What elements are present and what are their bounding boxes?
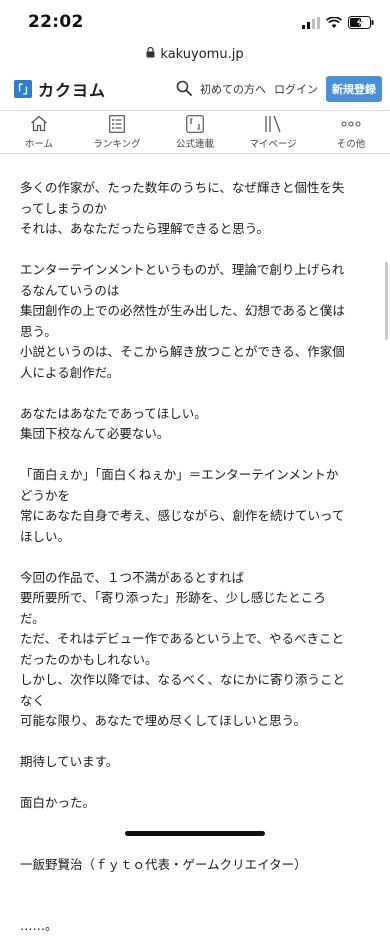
article-line: ほしい。 bbox=[20, 528, 71, 544]
nav-item-label: マイページ bbox=[249, 138, 297, 150]
article-line: 集団下校なんて必要ない。 bbox=[20, 426, 170, 441]
article-line: どうかを bbox=[20, 487, 71, 503]
article-line: だったのかもしれない。 bbox=[20, 651, 158, 667]
address-bar[interactable]: kakuyomu.jp bbox=[0, 44, 390, 64]
nav-item-label: ランキング bbox=[93, 138, 141, 150]
home-icon bbox=[30, 115, 48, 133]
battery-charging-icon bbox=[348, 14, 374, 33]
article-line: 多くの作家が、たった数年のうちに、なぜ輝きと個性を失 bbox=[20, 180, 345, 195]
nav-item-label: ホーム bbox=[24, 138, 54, 150]
register-button[interactable]: 新規登録 bbox=[326, 76, 382, 102]
ranking-icon bbox=[109, 114, 125, 133]
article-line: 今回の作品で、１つ不満があるとすれば bbox=[20, 569, 245, 585]
article-line: 一飯野賢治（ｆｙｔｏ代表・ゲームクリエイター） bbox=[20, 856, 307, 872]
article-line: 人による創作だ。 bbox=[20, 364, 120, 380]
article-line: しかし、次作以降では、なるべく、なにかに寄り添うこと bbox=[20, 672, 346, 687]
article-line: 要所要所で、「寄り添った」形跡を、少し感じたところ bbox=[20, 590, 326, 605]
article-line: 期待しています。 bbox=[20, 754, 119, 769]
status-icons bbox=[302, 14, 374, 33]
beginner-guide-link[interactable]: 初めての方へ bbox=[200, 81, 266, 97]
more-icon bbox=[341, 115, 361, 133]
kakuyomu-logo[interactable]: 「」 カクヨム bbox=[12, 77, 107, 101]
wifi-icon bbox=[325, 14, 343, 33]
nav-item-ranking[interactable]: ランキング bbox=[78, 111, 156, 153]
article-line: 集団創作の上での必然性が生み出した、幻想であると僕は bbox=[20, 303, 345, 318]
logo-text: カクヨム bbox=[38, 81, 107, 100]
header-actions: 初めての方へ ログイン 新規登録 bbox=[176, 76, 382, 102]
scrollbar[interactable] bbox=[385, 262, 388, 340]
nav-item-label: その他 bbox=[336, 138, 366, 150]
site-header: 「」 カクヨム 初めての方へ ログイン 新規登録 bbox=[0, 70, 390, 108]
article-line: なく bbox=[20, 692, 46, 708]
article-line: ただ、それはデビュー作であるという上で、やるべきこと bbox=[20, 631, 345, 646]
article-line: 小説というのは、そこから解き放つことができる、作家個 bbox=[20, 344, 345, 359]
status-time: 22:02 bbox=[28, 12, 84, 32]
lock-icon bbox=[146, 46, 155, 62]
article-line: だ。 bbox=[20, 610, 45, 626]
cellular-signal-icon bbox=[302, 14, 320, 33]
article-line: 思う。 bbox=[20, 323, 57, 339]
article-line: 可能な限り、あなたで埋め尽くしてほしいと思う。 bbox=[20, 713, 306, 728]
article-line: エンターテインメントというものが、理論で創り上げられ bbox=[20, 262, 345, 277]
article-line: あなたはあなたであってほしい。 bbox=[20, 405, 207, 421]
nav-item-more[interactable]: その他 bbox=[312, 111, 390, 153]
status-bar: 22:02 bbox=[0, 0, 390, 44]
article-line: 常にあなた自身で考え、感じながら、創作を続けていって bbox=[20, 508, 345, 523]
nav-item-mypage[interactable]: マイページ bbox=[234, 111, 312, 153]
search-icon[interactable] bbox=[176, 80, 192, 99]
article-line: 面白かった。 bbox=[20, 795, 96, 810]
mypage-icon bbox=[264, 115, 282, 133]
logo-mark: 「」 bbox=[12, 80, 34, 98]
main-nav: ホーム ランキング 公式連載 マイページ その他 bbox=[0, 110, 390, 154]
url-text: kakuyomu.jp bbox=[160, 46, 244, 62]
article-body: 多くの作家が、たった数年のうちに、なぜ輝きと個性を失 ってしまうのかそれは、あなた… bbox=[0, 154, 390, 937]
nav-item-official-series[interactable]: 公式連載 bbox=[156, 111, 234, 153]
nav-item-home[interactable]: ホーム bbox=[0, 111, 78, 153]
official-series-icon bbox=[186, 114, 204, 133]
article-line: ってしまうのか bbox=[20, 200, 107, 216]
article-line: るなんていうのは bbox=[20, 282, 120, 298]
article-line: 「面白ぇか」「面白くねぇか」＝エンターテインメントか bbox=[20, 467, 339, 482]
article-line: ……。 bbox=[20, 918, 58, 933]
home-indicator bbox=[125, 831, 265, 836]
article-line: それは、あなただったら理解できると思う。 bbox=[20, 221, 270, 236]
login-link[interactable]: ログイン bbox=[274, 81, 318, 97]
nav-item-label: 公式連載 bbox=[175, 138, 214, 150]
